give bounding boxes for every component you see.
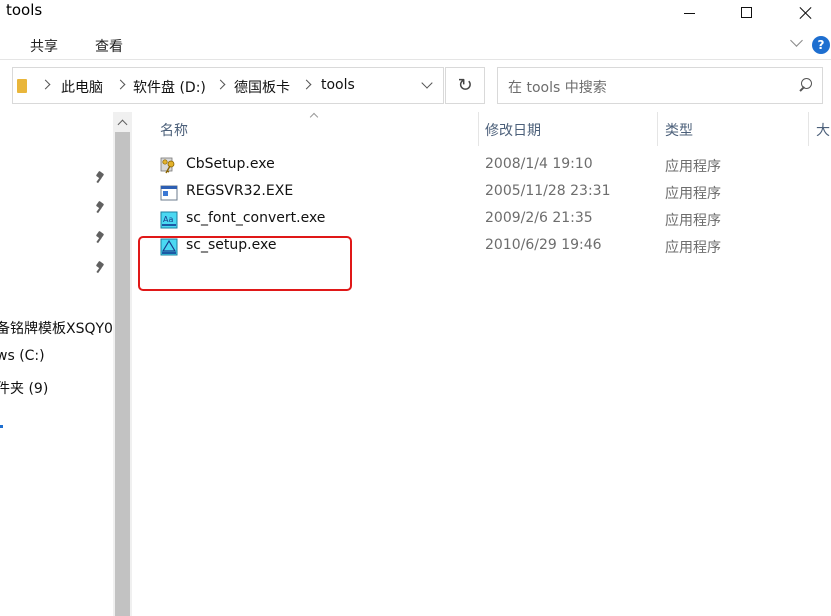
breadcrumb-drive-d[interactable]: 软件盘 (D:) [133, 77, 206, 97]
scroll-up-icon[interactable] [113, 112, 132, 132]
font-app-icon: Aa [160, 211, 178, 229]
breadcrumb-this-pc[interactable]: 此电脑 [61, 77, 103, 97]
pin-icon[interactable] [94, 172, 106, 184]
column-divider[interactable] [478, 112, 479, 146]
help-icon[interactable]: ? [812, 36, 830, 54]
pin-icon[interactable] [94, 232, 106, 244]
breadcrumb-tools[interactable]: tools [321, 77, 355, 93]
column-header-date[interactable]: 修改日期 [485, 120, 541, 140]
highlight-box [138, 236, 352, 291]
file-date: 2009/2/6 21:35 [485, 210, 593, 226]
window-app-icon [160, 184, 178, 202]
file-row[interactable]: REGSVR32.EXE 2005/11/28 23:31 应用程序 [155, 180, 831, 206]
search-box[interactable]: 在 tools 中搜索 [497, 67, 823, 104]
folder-icon [17, 79, 27, 93]
title-bar: tools [0, 0, 831, 28]
chevron-right-icon[interactable] [217, 78, 225, 92]
chevron-right-icon[interactable] [303, 78, 311, 92]
search-icon[interactable] [797, 78, 813, 94]
maximize-icon [740, 6, 752, 18]
file-date: 2005/11/28 23:31 [485, 183, 611, 199]
navigation-pane: 备铭牌模板XSQY0 ws (C:) 件夹 (9) [0, 112, 113, 616]
nav-item-template[interactable]: 备铭牌模板XSQY0 [0, 318, 113, 338]
nav-scrollbar[interactable] [113, 112, 132, 616]
column-header-size[interactable]: 大 [816, 120, 830, 140]
address-bar[interactable]: 此电脑 软件盘 (D:) 德国板卡 tools [12, 67, 444, 104]
file-row[interactable]: CbSetup.exe 2008/1/4 19:10 应用程序 [155, 153, 831, 179]
file-type: 应用程序 [665, 186, 721, 202]
tab-view[interactable]: 查看 [95, 36, 123, 56]
chevron-down-icon[interactable] [423, 81, 433, 91]
nav-item-drive-c[interactable]: ws (C:) [0, 348, 45, 364]
breadcrumb-german-board[interactable]: 德国板卡 [234, 77, 290, 97]
pin-icon[interactable] [94, 262, 106, 274]
close-icon [799, 6, 812, 19]
pin-icon[interactable] [94, 202, 106, 214]
maximize-button[interactable] [723, 0, 769, 24]
file-type: 应用程序 [665, 213, 721, 229]
file-date: 2010/6/29 19:46 [485, 237, 602, 253]
tab-share[interactable]: 共享 [30, 36, 58, 56]
nav-item-folder[interactable]: 件夹 (9) [0, 378, 48, 398]
column-divider[interactable] [808, 112, 809, 146]
close-button[interactable] [782, 0, 828, 24]
nav-indicator [0, 425, 3, 428]
chevron-right-icon[interactable] [42, 78, 50, 92]
file-type: 应用程序 [665, 240, 721, 256]
column-header-type[interactable]: 类型 [665, 120, 693, 140]
svg-text:Aa: Aa [163, 215, 173, 224]
scrollbar-thumb[interactable] [115, 132, 130, 616]
chevron-right-icon[interactable] [117, 78, 125, 92]
ribbon-tabs: 共享 查看 [0, 28, 831, 60]
column-header-name[interactable]: 名称 [160, 120, 188, 140]
column-divider[interactable] [657, 112, 658, 146]
window-title: tools [6, 1, 43, 19]
file-date: 2008/1/4 19:10 [485, 156, 593, 172]
refresh-button[interactable]: ↻ [445, 67, 485, 104]
file-name: sc_font_convert.exe [186, 210, 326, 226]
minimize-button[interactable] [666, 0, 712, 24]
file-name: CbSetup.exe [186, 156, 275, 172]
refresh-icon: ↻ [457, 75, 473, 96]
chevron-down-icon[interactable] [790, 36, 804, 50]
file-type: 应用程序 [665, 159, 721, 175]
file-name: REGSVR32.EXE [186, 183, 294, 199]
setup-key-icon [160, 157, 178, 175]
sort-ascending-icon [310, 111, 318, 119]
search-input[interactable]: 在 tools 中搜索 [508, 77, 607, 97]
file-row[interactable]: Aa sc_font_convert.exe 2009/2/6 21:35 应用… [155, 207, 831, 233]
minimize-icon [683, 12, 695, 14]
